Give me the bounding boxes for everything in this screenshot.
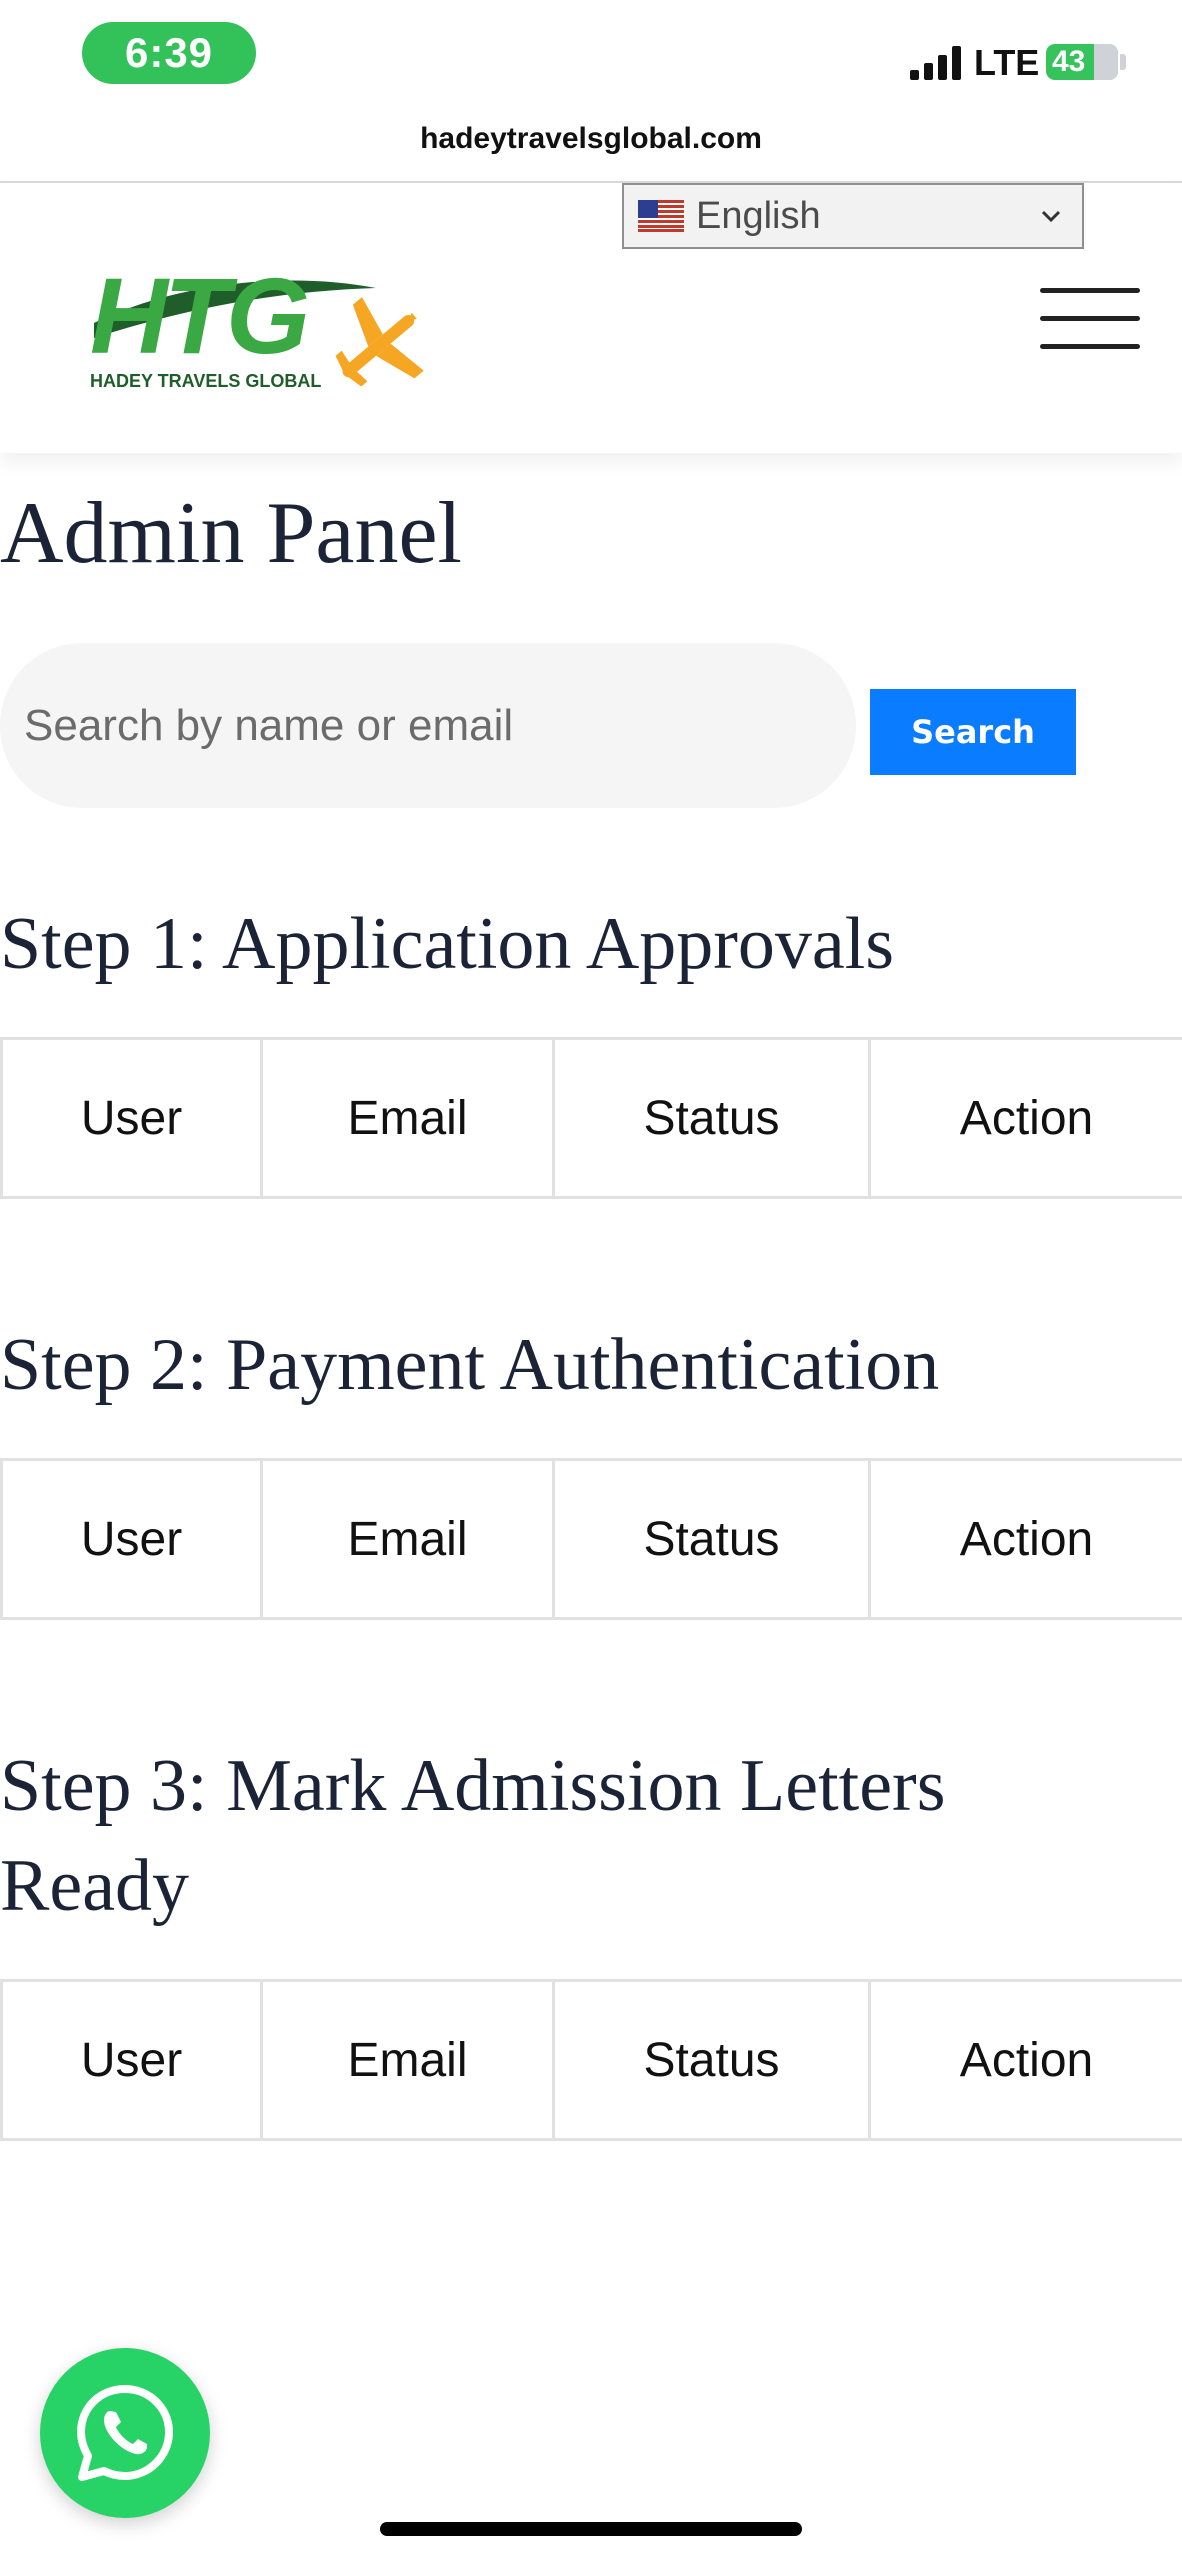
column-header-email: Email bbox=[260, 1037, 555, 1199]
airplane-icon bbox=[335, 297, 424, 387]
table-step-1: User Email Status Action bbox=[0, 1037, 1182, 1199]
column-header-status: Status bbox=[552, 1037, 871, 1199]
column-header-status: Status bbox=[552, 1979, 871, 2141]
search-input[interactable] bbox=[0, 643, 856, 808]
language-select[interactable]: English bbox=[622, 183, 1084, 249]
section-title-step-1: Step 1: Application Approvals bbox=[0, 903, 895, 985]
battery-level: 43 bbox=[1052, 45, 1086, 78]
status-time: 6:39 bbox=[82, 22, 256, 84]
status-bar: 6:39 LTE 43 hadeytravelsglobal.com bbox=[0, 0, 1182, 155]
address-bar-url[interactable]: hadeytravelsglobal.com bbox=[0, 122, 1182, 156]
column-header-email: Email bbox=[260, 1979, 555, 2141]
us-flag-icon bbox=[638, 200, 684, 232]
battery-icon: 43 bbox=[1046, 44, 1118, 80]
column-header-action: Action bbox=[868, 1979, 1182, 2141]
column-header-email: Email bbox=[260, 1458, 555, 1620]
logo-letters: HTG bbox=[90, 255, 307, 376]
section-title-step-3: Step 3: Mark Admission Letters Ready bbox=[0, 1745, 946, 1927]
site-logo[interactable]: HTG HADEY TRAVELS GLOBAL bbox=[86, 243, 436, 393]
table-step-2: User Email Status Action bbox=[0, 1458, 1182, 1620]
logo-tagline: HADEY TRAVELS GLOBAL bbox=[90, 371, 321, 391]
search-button[interactable]: Search bbox=[870, 689, 1076, 775]
column-header-action: Action bbox=[868, 1458, 1182, 1620]
home-indicator bbox=[380, 2522, 802, 2536]
column-header-action: Action bbox=[868, 1037, 1182, 1199]
whatsapp-icon bbox=[77, 2385, 173, 2481]
network-type: LTE bbox=[974, 42, 1040, 83]
table-header-row: User Email Status Action bbox=[0, 1979, 1182, 2141]
whatsapp-button[interactable] bbox=[40, 2348, 210, 2518]
column-header-status: Status bbox=[552, 1458, 871, 1620]
chevron-down-icon bbox=[1041, 210, 1061, 223]
section-title-step-2: Step 2: Payment Authentication bbox=[0, 1324, 940, 1406]
menu-icon[interactable] bbox=[1040, 288, 1140, 350]
table-header-row: User Email Status Action bbox=[0, 1037, 1182, 1199]
signal-icon bbox=[910, 46, 961, 80]
column-header-user: User bbox=[0, 1037, 263, 1199]
site-header: English HTG HADEY TRAVELS GLOBAL bbox=[0, 183, 1182, 453]
page-title: Admin Panel bbox=[0, 485, 462, 582]
table-header-row: User Email Status Action bbox=[0, 1458, 1182, 1620]
language-label: English bbox=[696, 194, 821, 237]
battery-tip bbox=[1120, 54, 1126, 70]
column-header-user: User bbox=[0, 1458, 263, 1620]
table-step-3: User Email Status Action bbox=[0, 1979, 1182, 2141]
column-header-user: User bbox=[0, 1979, 263, 2141]
